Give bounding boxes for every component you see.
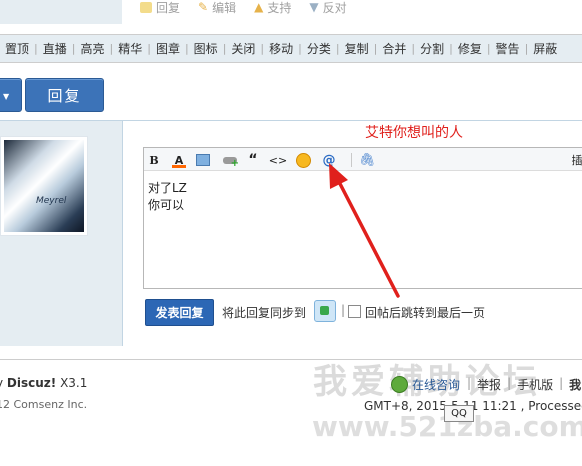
- sync-separator: |: [341, 303, 346, 317]
- footer-link-mobile[interactable]: 手机版: [517, 376, 553, 393]
- footer-sep: |: [559, 376, 564, 390]
- powered-brand[interactable]: Discuz!: [7, 376, 56, 390]
- footer-sep: |: [507, 376, 512, 390]
- sync-label: 将此回复同步到: [222, 306, 307, 320]
- online-consult-label: 在线咨询: [412, 378, 461, 392]
- jump-last-page-label: 回帖后跳转到最后一页: [365, 306, 486, 320]
- copyright: 12 Comsenz Inc.: [0, 398, 88, 411]
- powered-by: y Discuz! X3.1: [0, 376, 87, 390]
- chat-icon: [391, 376, 408, 393]
- footer-sep: |: [467, 376, 472, 390]
- powered-prefix: y: [0, 376, 7, 390]
- jump-last-page-checkbox[interactable]: [348, 305, 361, 318]
- footer-link-report[interactable]: 举报: [477, 376, 501, 393]
- powered-version: X3.1: [56, 376, 88, 390]
- sync-weibo-icon[interactable]: [314, 300, 336, 322]
- qq-tooltip: QQ: [444, 405, 474, 422]
- footer-links: | 举报 | 手机版 | 我: [467, 376, 581, 393]
- footer-link-more[interactable]: 我: [569, 376, 581, 393]
- online-consult-link[interactable]: 在线咨询: [391, 376, 460, 393]
- submit-reply-button[interactable]: 发表回复: [145, 299, 214, 326]
